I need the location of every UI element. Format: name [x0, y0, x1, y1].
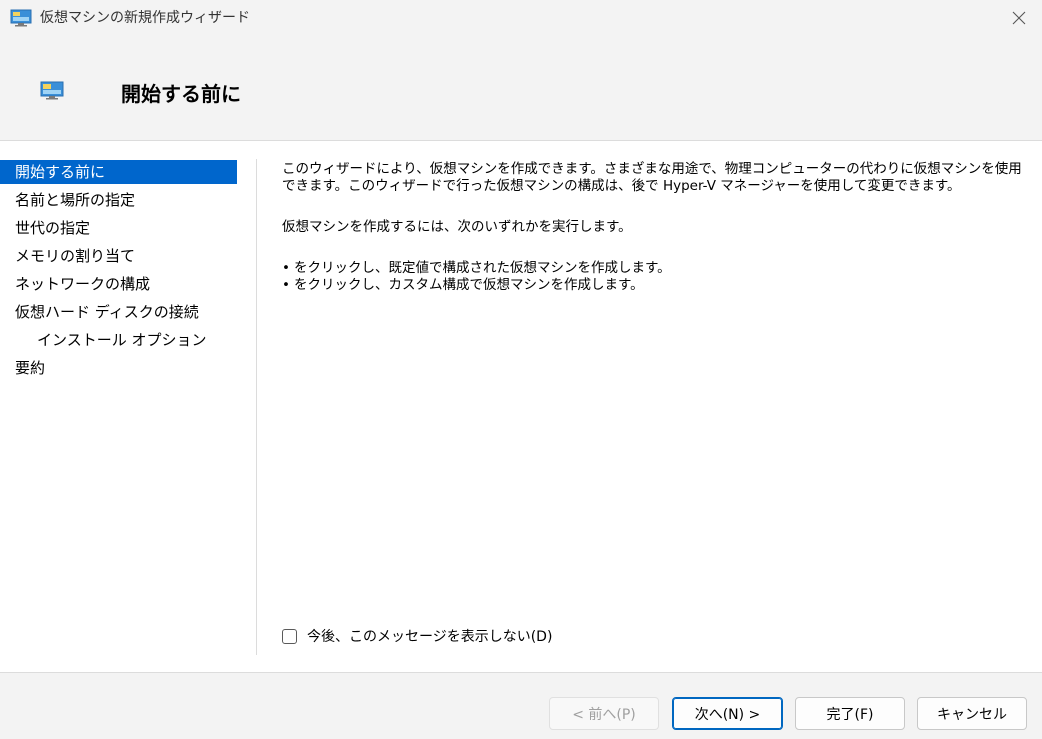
sidebar-item-before-you-begin[interactable]: 開始する前に	[0, 160, 237, 184]
monitor-icon	[10, 9, 32, 27]
sidebar-divider	[256, 159, 257, 655]
title-bar: 仮想マシンの新規作成ウィザード	[0, 0, 1042, 36]
cancel-button[interactable]: キャンセル	[917, 697, 1027, 730]
wizard-steps-nav: 開始する前に 名前と場所の指定 世代の指定 メモリの割り当て ネットワークの構成…	[0, 160, 256, 384]
header-divider	[0, 140, 1042, 141]
monitor-icon	[40, 81, 64, 100]
intro-paragraph: このウィザードにより、仮想マシンを作成できます。さまざまな用途で、物理コンピュー…	[282, 161, 1022, 194]
wizard-header: 開始する前に	[0, 36, 1042, 140]
close-icon	[1012, 11, 1026, 25]
sidebar-item-name-location[interactable]: 名前と場所の指定	[0, 188, 237, 212]
next-button[interactable]: 次へ(N) >	[672, 697, 783, 730]
window-title: 仮想マシンの新規作成ウィザード	[40, 10, 250, 26]
dont-show-again-label[interactable]: 今後、このメッセージを表示しない(D)	[307, 626, 552, 646]
previous-button[interactable]: < 前へ(P)	[549, 697, 659, 730]
sidebar-item-memory[interactable]: メモリの割り当て	[0, 244, 237, 268]
options-list: をクリックし、既定値で構成された仮想マシンを作成します。 をクリックし、カスタム…	[282, 260, 1027, 294]
sidebar-item-install-options[interactable]: インストール オプション	[0, 328, 237, 352]
close-button[interactable]	[996, 0, 1042, 36]
page-title: 開始する前に	[121, 82, 241, 106]
wizard-content: このウィザードにより、仮想マシンを作成できます。さまざまな用途で、物理コンピュー…	[282, 161, 1027, 308]
wizard-footer: < 前へ(P) 次へ(N) > 完了(F) キャンセル	[0, 672, 1042, 739]
finish-button[interactable]: 完了(F)	[795, 697, 905, 730]
instruction-paragraph: 仮想マシンを作成するには、次のいずれかを実行します。	[282, 219, 632, 235]
list-item: をクリックし、カスタム構成で仮想マシンを作成します。	[282, 277, 1027, 294]
sidebar-item-virtual-disk[interactable]: 仮想ハード ディスクの接続	[0, 300, 237, 324]
sidebar-item-summary[interactable]: 要約	[0, 356, 237, 380]
sidebar-item-generation[interactable]: 世代の指定	[0, 216, 237, 240]
list-item: をクリックし、既定値で構成された仮想マシンを作成します。	[282, 260, 1027, 277]
dont-show-again-checkbox[interactable]	[282, 628, 297, 644]
dont-show-again-checkbox-row[interactable]: 今後、このメッセージを表示しない(D)	[282, 626, 552, 646]
sidebar-item-network[interactable]: ネットワークの構成	[0, 272, 237, 296]
